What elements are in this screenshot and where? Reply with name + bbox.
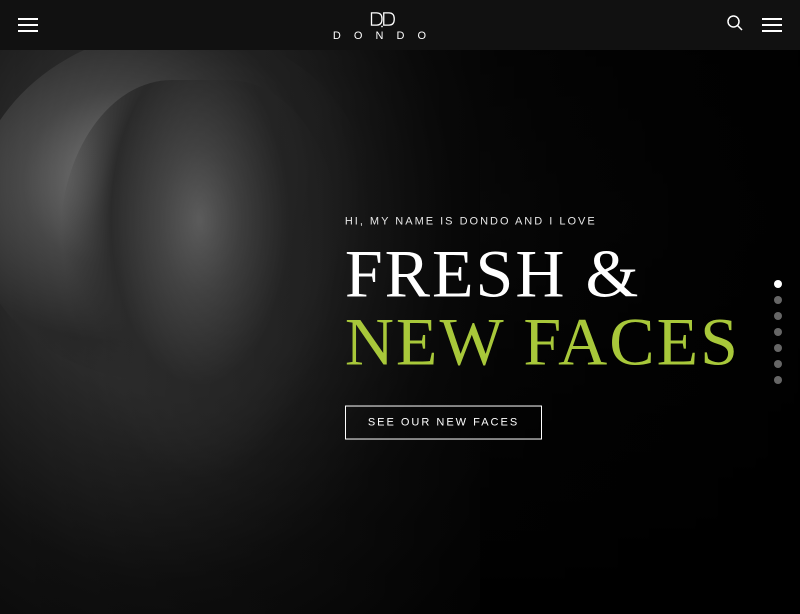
search-button[interactable] — [726, 14, 744, 37]
hero-section: HI, MY NAME IS DONDO AND I LOVE FRESH & … — [0, 50, 800, 614]
hamburger-right-button[interactable] — [762, 18, 782, 32]
site-logo[interactable]: D O N D O — [333, 9, 431, 42]
hamburger-left-button[interactable] — [18, 18, 38, 32]
hero-title-line1: FRESH & — [345, 240, 740, 308]
dot-3[interactable] — [774, 312, 782, 320]
dot-6[interactable] — [774, 360, 782, 368]
hero-content: HI, MY NAME IS DONDO AND I LOVE FRESH & … — [345, 216, 740, 440]
dot-4[interactable] — [774, 328, 782, 336]
hero-dots-nav — [774, 280, 782, 384]
hero-subtitle: HI, MY NAME IS DONDO AND I LOVE — [345, 216, 740, 228]
nav-right-controls — [726, 14, 782, 37]
dot-5[interactable] — [774, 344, 782, 352]
logo-text: D O N D O — [333, 30, 431, 42]
see-new-faces-button[interactable]: SEE OUR NEW FACES — [345, 406, 542, 440]
dot-1[interactable] — [774, 280, 782, 288]
hero-title-line2: NEW FACES — [345, 308, 740, 376]
dot-7[interactable] — [774, 376, 782, 384]
navbar: D O N D O — [0, 0, 800, 50]
dot-2[interactable] — [774, 296, 782, 304]
